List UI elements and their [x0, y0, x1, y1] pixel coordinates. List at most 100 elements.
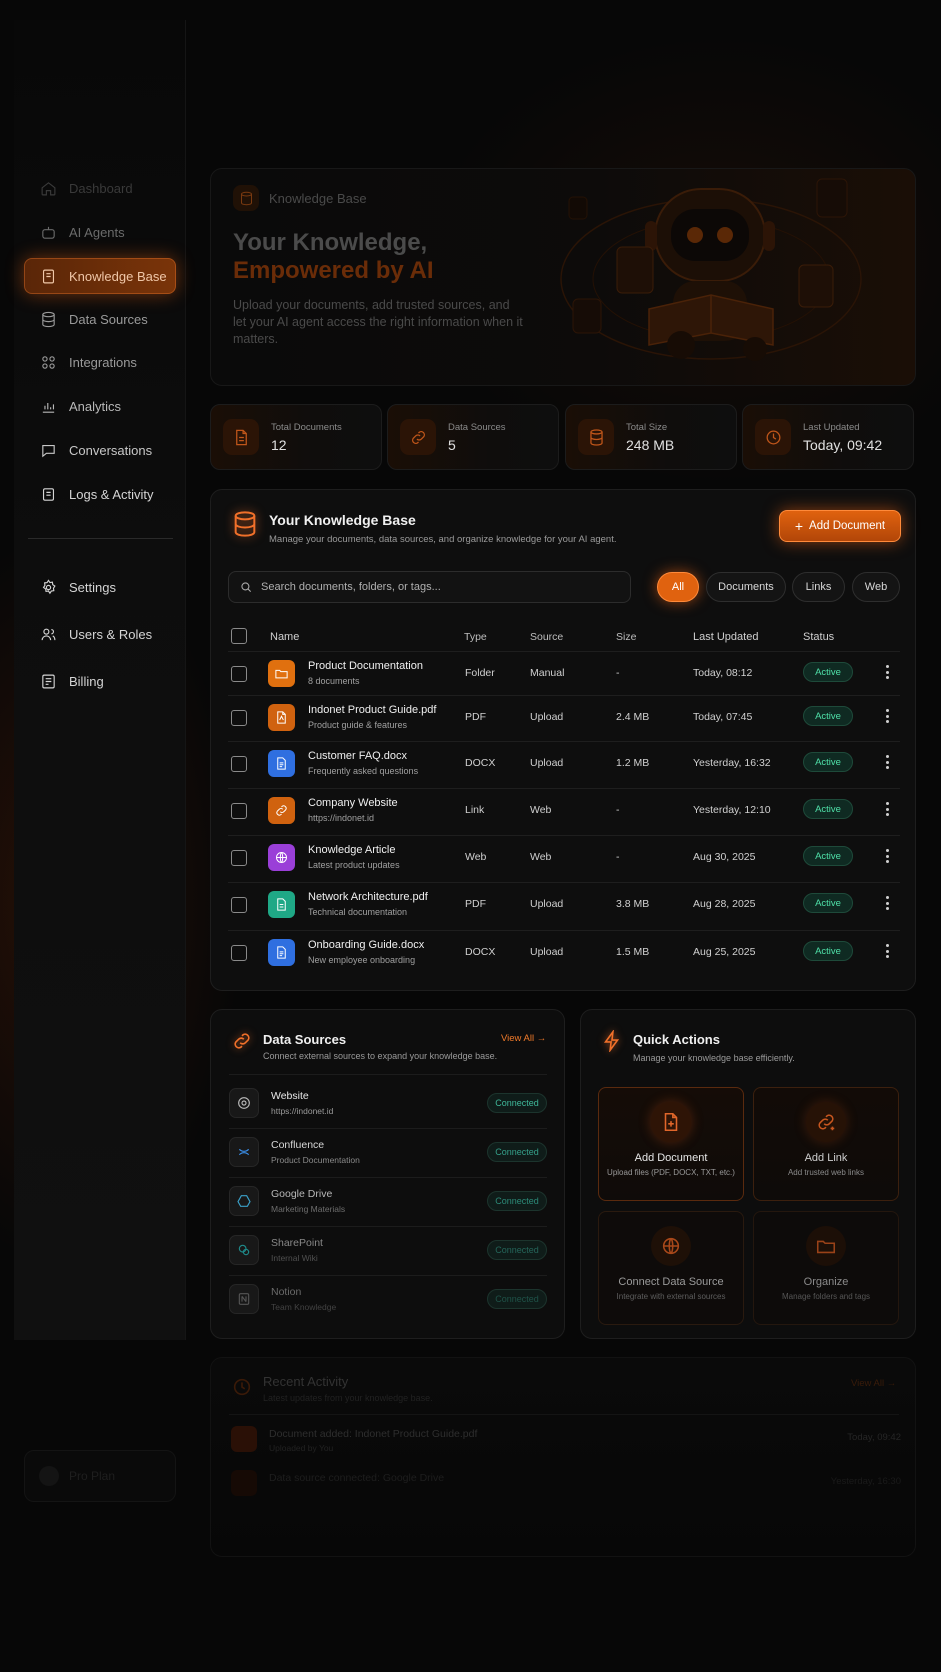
row-checkbox[interactable] — [231, 666, 247, 682]
view-all-link[interactable]: View All → — [501, 1033, 546, 1044]
sidebar-item-integrations[interactable]: Integrations — [24, 344, 176, 380]
filter-documents[interactable]: Documents — [706, 572, 786, 602]
data-source-name: Notion — [271, 1286, 302, 1298]
column-name[interactable]: Name — [270, 631, 299, 643]
connected-badge: Connected — [487, 1289, 547, 1309]
recent-view-all-link[interactable]: View All → — [851, 1378, 896, 1389]
row-name[interactable]: Knowledge Article — [308, 844, 395, 856]
quick-action-add-document[interactable]: Add Document Upload files (PDF, DOCX, TX… — [598, 1087, 744, 1201]
sidebar-item-dashboard[interactable]: Dashboard — [24, 170, 176, 206]
data-source-item[interactable]: Google Drive Marketing Materials Connect… — [229, 1180, 547, 1224]
table-row[interactable]: Knowledge Article Latest product updates… — [211, 836, 917, 882]
search-input[interactable] — [261, 581, 621, 593]
data-source-item[interactable]: SharePoint Internal Wiki Connected — [229, 1229, 547, 1273]
sidebar-item-users-roles[interactable]: Users & Roles — [24, 616, 176, 652]
column-status[interactable]: Status — [803, 631, 834, 643]
more-options-icon[interactable] — [886, 802, 890, 818]
column-source[interactable]: Source — [530, 631, 563, 643]
row-updated: Aug 25, 2025 — [693, 946, 756, 958]
row-checkbox[interactable] — [231, 897, 247, 913]
more-options-icon[interactable] — [886, 665, 890, 681]
sidebar-item-ai-agents[interactable]: AI Agents — [24, 214, 176, 250]
row-size: 1.5 MB — [616, 946, 650, 958]
activity-item[interactable]: Document added: Indonet Product Guide.pd… — [231, 1426, 901, 1466]
stat-label: Last Updated — [803, 421, 860, 433]
sidebar-item-knowledge-base[interactable]: Knowledge Base — [24, 258, 176, 294]
filter-web[interactable]: Web — [852, 572, 900, 602]
activity-title: Data source connected: Google Drive — [269, 1472, 445, 1484]
select-all-checkbox[interactable] — [231, 628, 247, 644]
row-name[interactable]: Customer FAQ.docx — [308, 750, 407, 762]
status-badge: Active — [803, 799, 853, 819]
table-row[interactable]: Company Website https://indonet.id Link … — [211, 789, 917, 835]
sidebar-item-billing[interactable]: Billing — [24, 663, 176, 699]
quick-action-title: Organize — [803, 1276, 849, 1288]
pro-plan-card[interactable]: Pro Plan — [24, 1450, 176, 1502]
row-name[interactable]: Onboarding Guide.docx — [308, 939, 424, 951]
quick-action-add-link[interactable]: Add Link Add trusted web links — [753, 1087, 899, 1201]
row-name[interactable]: Company Website — [308, 797, 398, 809]
filter-links[interactable]: Links — [792, 572, 845, 602]
row-type: Web — [465, 851, 487, 863]
data-source-sub: Product Documentation — [271, 1155, 360, 1165]
row-checkbox[interactable] — [231, 945, 247, 961]
sidebar-item-data-sources[interactable]: Data Sources — [24, 301, 176, 337]
quick-action-title: Connect Data Source — [618, 1276, 724, 1288]
row-name[interactable]: Network Architecture.pdf — [308, 891, 428, 903]
docx-icon — [268, 939, 295, 966]
kb-title: Your Knowledge Base — [269, 512, 416, 528]
row-name[interactable]: Indonet Product Guide.pdf — [308, 704, 436, 716]
table-row[interactable]: Customer FAQ.docx Frequently asked quest… — [211, 742, 917, 788]
sidebar-item-label: Logs & Activity — [69, 486, 154, 502]
table-row[interactable]: Network Architecture.pdf Technical docum… — [211, 883, 917, 929]
column-last-updated[interactable]: Last Updated — [693, 631, 758, 643]
row-type: PDF — [465, 898, 486, 910]
sidebar-item-settings[interactable]: Settings — [24, 569, 176, 605]
quick-action-organize[interactable]: Organize Manage folders and tags — [753, 1211, 899, 1325]
connected-badge: Connected — [487, 1093, 547, 1113]
table-row[interactable]: Indonet Product Guide.pdf Product guide … — [211, 696, 917, 742]
more-options-icon[interactable] — [886, 944, 890, 960]
notion-icon — [229, 1284, 259, 1314]
table-row[interactable]: Onboarding Guide.docx New employee onboa… — [211, 931, 917, 977]
row-checkbox[interactable] — [231, 710, 247, 726]
table-row[interactable]: Product Documentation 8 documents Folder… — [211, 652, 917, 698]
add-document-button[interactable]: + Add Document — [779, 510, 901, 542]
sidebar-item-label: Billing — [69, 673, 104, 689]
row-size: - — [616, 667, 620, 679]
row-checkbox[interactable] — [231, 756, 247, 772]
sidebar-item-logs[interactable]: Logs & Activity — [24, 476, 176, 512]
row-name[interactable]: Product Documentation — [308, 660, 423, 672]
stat-total-size: Total Size 248 MB — [565, 404, 737, 470]
plan-icon — [39, 1466, 59, 1486]
divider — [229, 1414, 899, 1415]
data-source-item[interactable]: Notion Team Knowledge Connected — [229, 1278, 547, 1322]
filter-label: Links — [805, 581, 832, 593]
add-link-icon — [806, 1102, 846, 1142]
search-bar — [228, 571, 631, 603]
plan-label: Pro Plan — [69, 1469, 116, 1483]
knowledge-base-panel: Your Knowledge Base Manage your document… — [210, 489, 916, 991]
more-options-icon[interactable] — [886, 896, 890, 912]
more-options-icon[interactable] — [886, 709, 890, 725]
row-size: 2.4 MB — [616, 711, 650, 723]
activity-item[interactable]: Data source connected: Google Drive Yest… — [231, 1470, 901, 1510]
more-options-icon[interactable] — [886, 755, 890, 771]
sidebar-item-analytics[interactable]: Analytics — [24, 388, 176, 424]
filter-all[interactable]: All — [657, 572, 699, 602]
sidebar-item-conversations[interactable]: Conversations — [24, 432, 176, 468]
more-options-icon[interactable] — [886, 849, 890, 865]
link-icon — [400, 419, 436, 455]
column-size[interactable]: Size — [616, 631, 636, 643]
quick-action-connect-source[interactable]: Connect Data Source Integrate with exter… — [598, 1211, 744, 1325]
stat-value: 5 — [448, 436, 456, 453]
row-checkbox[interactable] — [231, 850, 247, 866]
column-type[interactable]: Type — [464, 631, 487, 643]
plus-icon: + — [794, 518, 804, 534]
row-checkbox[interactable] — [231, 803, 247, 819]
row-updated: Yesterday, 12:10 — [693, 804, 771, 816]
folder-icon — [268, 660, 295, 687]
data-source-item[interactable]: Website https://indonet.id Connected — [229, 1082, 547, 1126]
data-source-item[interactable]: Confluence Product Documentation Connect… — [229, 1131, 547, 1175]
sidebar-item-label: Conversations — [69, 442, 153, 458]
